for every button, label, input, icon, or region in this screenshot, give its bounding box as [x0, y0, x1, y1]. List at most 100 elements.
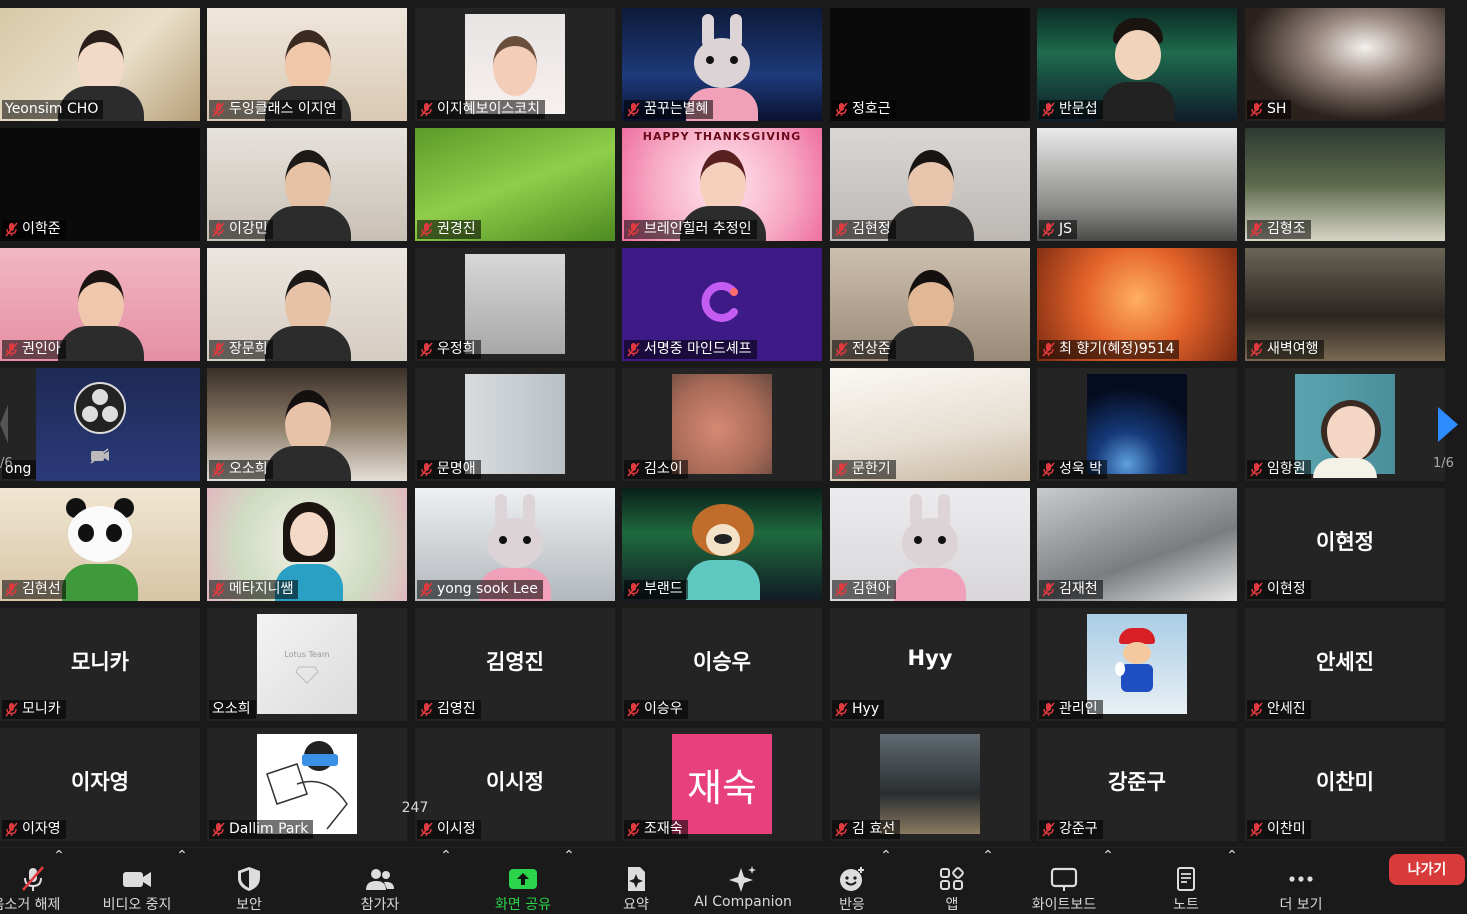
more-button[interactable]: 더 보기: [1268, 848, 1334, 914]
video-options-caret[interactable]: ⌃: [175, 848, 189, 914]
participant-tile[interactable]: 김현아: [830, 488, 1030, 601]
whiteboard-button[interactable]: 화이트보드: [1022, 848, 1106, 914]
participant-tile[interactable]: SH: [1245, 8, 1445, 121]
security-button[interactable]: 보안: [222, 848, 276, 914]
participant-tile[interactable]: 부랜드: [622, 488, 822, 601]
whiteboard-options-caret[interactable]: ⌃: [1101, 848, 1115, 914]
participant-tile[interactable]: 문명애: [415, 368, 615, 481]
participant-tile[interactable]: yong sook Lee: [415, 488, 615, 601]
participant-tile[interactable]: Lotus Team 오소희: [207, 608, 407, 721]
participant-name-label: Dallim Park: [209, 820, 314, 839]
profile-picture: [1087, 374, 1187, 474]
participant-tile[interactable]: 권인아: [0, 248, 200, 361]
participants-options-caret[interactable]: ⌃: [439, 848, 453, 914]
participant-tile[interactable]: ong: [0, 368, 200, 481]
mic-muted-icon: [5, 702, 18, 717]
participant-name: 김현아: [852, 581, 891, 597]
participant-tile[interactable]: 관리인: [1037, 608, 1237, 721]
participant-tile[interactable]: 장문희: [207, 248, 407, 361]
reactions-button[interactable]: 반응: [826, 848, 878, 914]
notes-options-caret[interactable]: ⌃: [1225, 848, 1239, 914]
participant-tile[interactable]: 이학준: [0, 128, 200, 241]
participant-name: 두잉클래스 이지연: [229, 101, 337, 117]
leave-button[interactable]: 나가기: [1389, 854, 1465, 885]
participant-tile[interactable]: 이강민: [207, 128, 407, 241]
participant-tile[interactable]: 김영진 김영진: [415, 608, 615, 721]
participant-tile[interactable]: 최 향기(혜정)9514: [1037, 248, 1237, 361]
participant-tile[interactable]: 성욱 박: [1037, 368, 1237, 481]
participant-initials: Hyy: [907, 646, 953, 670]
participant-tile[interactable]: JS: [1037, 128, 1237, 241]
participant-tile[interactable]: 이시정 이시정: [415, 728, 615, 841]
prev-page-indicator: /6: [0, 456, 13, 471]
participant-tile[interactable]: 김 효선: [830, 728, 1030, 841]
audio-options-caret[interactable]: ⌃: [52, 848, 66, 914]
participant-tile[interactable]: 브레인힐러 추정인 HAPPY THANKSGIVING: [622, 128, 822, 241]
participant-tile[interactable]: 김형조: [1245, 128, 1445, 241]
video-grid: Yeonsim CHO 두잉클래스 이지연 이지혜보이스코치 꿈꾸는별혜 정호근 반문섭 S…: [0, 0, 1467, 848]
participant-name: SH: [1267, 101, 1287, 117]
participant-tile[interactable]: 권경진: [415, 128, 615, 241]
participant-tile[interactable]: Hyy Hyy: [830, 608, 1030, 721]
participant-tile[interactable]: 이승우 이승우: [622, 608, 822, 721]
participant-tile[interactable]: 이자영 이자영: [0, 728, 200, 841]
dog-avatar-icon: [686, 498, 760, 600]
participant-name: 김형조: [1267, 221, 1306, 237]
mic-muted-icon: [627, 822, 640, 837]
notes-icon: [1177, 867, 1195, 891]
apps-options-caret[interactable]: ⌃: [981, 848, 995, 914]
participant-tile[interactable]: 강준구 강준구: [1037, 728, 1237, 841]
participant-tile[interactable]: 김재천: [1037, 488, 1237, 601]
participant-tile[interactable]: 이지혜보이스코치: [415, 8, 615, 121]
participant-tile[interactable]: 메타지니쌤: [207, 488, 407, 601]
participant-tile[interactable]: 임항원: [1245, 368, 1445, 481]
participant-name-label: Yeonsim CHO: [2, 100, 104, 119]
ai-companion-button[interactable]: AI Companion: [690, 848, 796, 914]
participant-tile[interactable]: 두잉클래스 이지연: [207, 8, 407, 121]
mario-figure-icon: [1115, 628, 1159, 704]
participant-name-label: 브레인힐러 추정인: [624, 220, 757, 239]
participant-name: 강준구: [1059, 821, 1098, 837]
participant-tile[interactable]: 우정희: [415, 248, 615, 361]
participant-tile[interactable]: 반문섭: [1037, 8, 1237, 121]
participant-tile[interactable]: 모니카 모니카: [0, 608, 200, 721]
participant-tile[interactable]: Dallim Park: [207, 728, 407, 841]
participant-tile[interactable]: 서명중 마인드셰프: [622, 248, 822, 361]
mic-muted-icon: [420, 702, 433, 717]
next-page-arrow-icon[interactable]: [1438, 407, 1458, 442]
mic-muted-icon: [835, 582, 848, 597]
profile-picture: [880, 734, 980, 834]
participant-tile[interactable]: 김소이: [622, 368, 822, 481]
participant-tile[interactable]: 이찬미 이찬미: [1245, 728, 1445, 841]
mic-muted-icon: [212, 462, 225, 477]
share-screen-button[interactable]: 화면 공유: [486, 848, 560, 914]
participant-name-label: 오소희: [209, 460, 273, 479]
participant-tile[interactable]: 새벽여행: [1245, 248, 1445, 361]
participant-name: 이지혜보이스코치: [437, 101, 541, 117]
profile-picture: 재숙: [672, 734, 772, 834]
participant-name: 반문섭: [1059, 101, 1098, 117]
participant-name: 권인아: [22, 341, 61, 357]
reactions-options-caret[interactable]: ⌃: [879, 848, 893, 914]
stop-video-button[interactable]: 비디오 중지: [96, 848, 178, 914]
participant-tile[interactable]: 전상준: [830, 248, 1030, 361]
bunny-avatar-icon: [894, 494, 966, 601]
participant-tile[interactable]: Yeonsim CHO: [0, 8, 200, 121]
share-options-caret[interactable]: ⌃: [562, 848, 576, 914]
participant-tile[interactable]: 김현선: [0, 488, 200, 601]
prev-page-arrow-icon[interactable]: [0, 405, 8, 443]
participant-tile[interactable]: 김현정: [830, 128, 1030, 241]
diamond-icon: [295, 666, 319, 684]
participant-tile[interactable]: 꿈꾸는별혜: [622, 8, 822, 121]
participant-tile[interactable]: 재숙 조재숙: [622, 728, 822, 841]
participant-tile[interactable]: 정호근: [830, 8, 1030, 121]
participant-tile[interactable]: 문한기: [830, 368, 1030, 481]
memoji-avatar-icon: [1101, 18, 1175, 121]
summary-button[interactable]: 요약: [610, 848, 662, 914]
participant-tile[interactable]: 오소희: [207, 368, 407, 481]
notes-button[interactable]: 노트: [1160, 848, 1212, 914]
participant-tile[interactable]: 안세진 안세진: [1245, 608, 1445, 721]
apps-button[interactable]: 앱: [930, 848, 974, 914]
participant-tile[interactable]: 이현정 이현정: [1245, 488, 1445, 601]
participant-name: 부랜드: [644, 581, 683, 597]
